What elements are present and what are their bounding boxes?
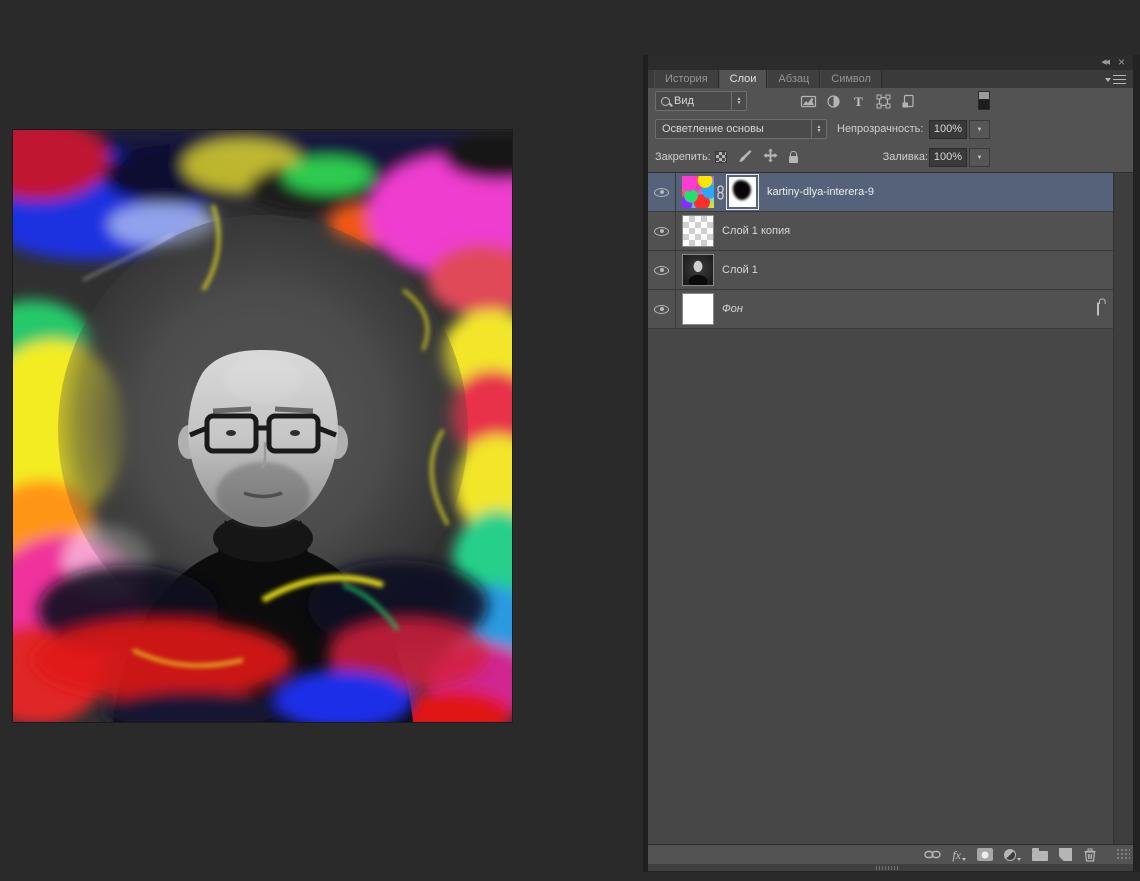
tab-paragraph[interactable]: Абзац [767,70,820,88]
lock-icons [715,149,798,165]
new-group-folder-icon[interactable] [1032,848,1048,861]
visibility-cell[interactable] [648,290,676,328]
fx-dropdown-triangle-icon [962,858,966,861]
mask-blob [732,179,753,201]
lock-pixels-brush-icon[interactable] [738,149,752,166]
filter-kind-combo[interactable]: Вид ▲ ▼ [655,91,747,111]
layer-mask-thumbnail[interactable] [729,177,756,207]
tab-layers[interactable]: Слои [719,70,768,88]
adjustment-dropdown-triangle-icon [1017,858,1021,861]
layer-style-fx-icon[interactable]: fx [952,849,966,861]
search-icon [661,97,670,106]
layer-row-background[interactable]: Фон [648,290,1113,329]
layer-name[interactable]: kartiny-dlya-interera-9 [767,186,874,198]
layer-thumbnail-white[interactable] [682,293,714,325]
canvas-artwork [13,130,512,722]
lock-transparency-icon[interactable] [715,151,727,163]
blend-mode-stepper[interactable]: ▲ ▼ [811,120,826,138]
blend-mode-combo[interactable]: Осветление основы ▲ ▼ [655,119,827,139]
layer-name[interactable]: Слой 1 копия [722,225,790,237]
new-adjustment-layer-icon[interactable] [1004,849,1021,861]
layers-list: kartiny-dlya-interera-9 Слой 1 копия Сло… [648,173,1133,844]
layers-panel: ◀◀ × История Слои Абзац Символ Вид ▲ ▼ [648,55,1133,872]
layer-filter-icons: T [800,94,917,109]
close-panel-icon[interactable]: × [1118,55,1125,70]
layer-name[interactable]: Слой 1 [722,264,758,276]
lock-label: Закрепить: [655,151,711,163]
filtering-toggle-switch[interactable] [978,91,990,110]
eye-icon [654,305,669,314]
toggle-bottom [979,100,989,109]
delete-layer-trash-icon[interactable] [1083,848,1097,862]
opacity-label: Непрозрачность: [837,123,923,135]
dropdown-arrow-icon: ▼ [977,155,983,161]
menu-triangle-icon [1105,78,1111,82]
layer-rows: kartiny-dlya-interera-9 Слой 1 копия Сло… [648,173,1113,329]
visibility-cell[interactable] [648,173,676,211]
filter-adjustment-layer-icon[interactable] [825,94,842,109]
visibility-cell[interactable] [648,212,676,250]
link-layers-icon[interactable] [924,848,941,861]
filter-pixel-layer-icon[interactable] [800,94,817,109]
opacity-value-field[interactable]: 100% [929,120,967,139]
panel-tab-bar: История Слои Абзац Символ [648,70,1133,88]
tab-history[interactable]: История [654,70,719,88]
blend-mode-value: Осветление основы [662,123,764,135]
layer-thumbnail-portrait[interactable] [682,254,714,286]
panel-right-strip [1133,55,1140,872]
panel-drag-handle[interactable] [876,866,898,870]
tab-character[interactable]: Символ [820,70,882,88]
fill-value-field[interactable]: 100% [929,148,967,167]
lock-all-icon[interactable] [789,156,798,163]
layers-controls: Вид ▲ ▼ T Осветл [648,88,1133,173]
layer-thumbnail-transparent[interactable] [682,215,714,247]
filter-smart-object-icon[interactable] [900,94,917,109]
panel-resize-grip[interactable] [1116,848,1130,861]
filter-shape-layer-icon[interactable] [875,94,892,109]
toggle-top [979,92,989,100]
panel-titlebar: ◀◀ × [648,55,1133,70]
filter-type-layer-icon[interactable]: T [850,94,867,109]
filter-kind-stepper[interactable]: ▲ ▼ [731,92,746,110]
layer-row-kartiny[interactable]: kartiny-dlya-interera-9 [648,173,1113,212]
canvas-document[interactable] [13,130,512,722]
layers-scroll-track[interactable] [1113,173,1133,844]
eye-icon [654,266,669,275]
panel-menu-icon[interactable] [1105,75,1126,84]
eye-icon [654,188,669,197]
layer-thumbnail-artwork[interactable] [682,176,714,208]
stepper-down-icon: ▼ [737,101,742,105]
layer-row-layer1[interactable]: Слой 1 [648,251,1113,290]
layer-name[interactable]: Фон [722,303,743,315]
background-lock-icon [1097,303,1099,314]
panel-bottom-edge [648,864,1133,872]
mask-link-icon[interactable] [716,185,725,200]
layers-footer-toolbar: fx [648,844,1133,864]
menu-lines-icon [1113,75,1126,84]
fill-label: Заливка: [878,151,928,163]
stepper-down-icon: ▼ [817,129,822,133]
layer-row-layer1-copy[interactable]: Слой 1 копия [648,212,1113,251]
collapse-panel-icon[interactable]: ◀◀ [1101,58,1108,66]
opacity-dropdown-button[interactable]: ▼ [969,120,990,139]
new-layer-icon[interactable] [1059,848,1072,861]
layer-mask-selected-frame [726,174,759,210]
fx-label: fx [952,849,961,861]
dropdown-arrow-icon: ▼ [977,127,983,133]
fill-dropdown-button[interactable]: ▼ [969,148,990,167]
eye-icon [654,227,669,236]
lock-position-move-icon[interactable] [763,148,778,166]
filter-kind-value: Вид [674,95,694,107]
add-layer-mask-icon[interactable] [977,848,993,861]
visibility-cell[interactable] [648,251,676,289]
